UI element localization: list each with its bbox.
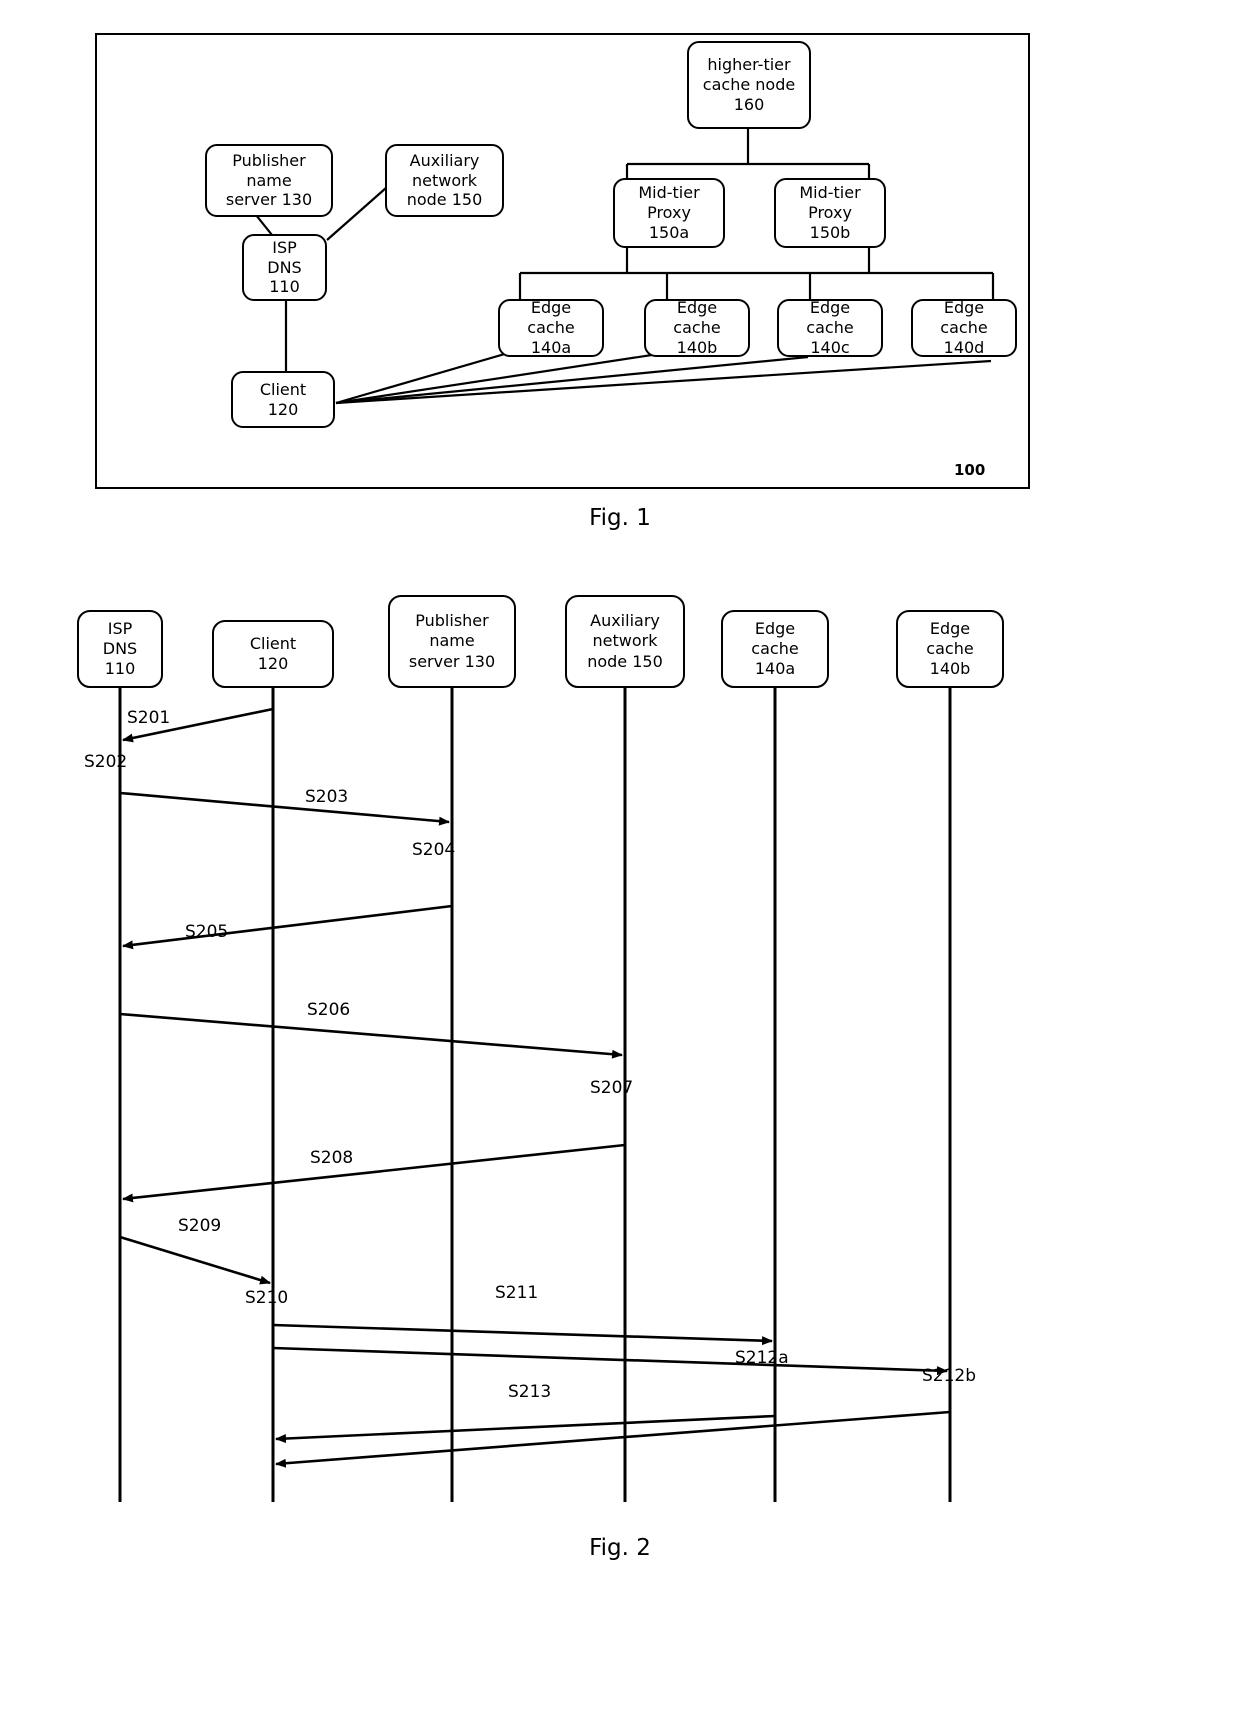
lifeline-label-line: cache — [926, 638, 974, 658]
fig2-message-label-S203: S203 — [305, 787, 349, 807]
lifeline-label-line: ISP — [107, 618, 133, 638]
lifeline-label-line: 110 — [104, 659, 136, 679]
lifeline-label-line: network — [592, 631, 658, 651]
node-line: Client — [259, 379, 307, 399]
fig2-lifeline-header-isp-dns: ISP DNS 110 — [77, 610, 163, 688]
fig2-lifeline-header-edge-cache-140b: Edge cache 140b — [896, 610, 1004, 688]
node-line: Edge — [809, 298, 851, 318]
lifeline-label-line: cache — [751, 638, 799, 658]
node-line: Mid-tier — [799, 183, 861, 203]
fig2-message-label-S206: S206 — [307, 1000, 351, 1020]
fig2-message-label-S211: S211 — [495, 1283, 539, 1303]
fig2-lifeline-header-edge-cache-140a: Edge cache 140a — [721, 610, 829, 688]
node-line: 140a — [530, 337, 572, 357]
patent-figure-sheet: Publisher name server 130 Auxiliary netw… — [0, 0, 1240, 1725]
fig2-message-label-S201: S201 — [127, 708, 171, 728]
node-line: Edge — [676, 298, 718, 318]
node-line: server 130 — [225, 190, 313, 210]
fig1-node-edge-cache-140c: Edge cache 140c — [777, 298, 883, 357]
lifeline-label-line: 140a — [754, 659, 796, 679]
fig1-node-edge-cache-140d: Edge cache 140d — [911, 298, 1017, 357]
node-line: cache node — [702, 75, 796, 95]
node-line: 110 — [269, 277, 300, 297]
fig1-node-edge-cache-140b: Edge cache 140b — [644, 298, 750, 357]
fig2-lifeline-header-auxiliary-network-node: Auxiliary network node 150 — [565, 595, 685, 688]
node-line: 140c — [810, 337, 850, 357]
fig2-lifeline-header-client: Client 120 — [212, 620, 334, 688]
figure-1-reference-numeral: 100 — [954, 461, 986, 479]
figure-2-caption: Fig. 2 — [589, 1535, 651, 1561]
lifeline-label-line: 120 — [257, 654, 289, 673]
node-line: ISP — [272, 237, 297, 257]
node-line: 150a — [648, 222, 690, 242]
fig2-message-label-S210: S210 — [245, 1288, 289, 1308]
fig2-message-label-S208: S208 — [310, 1148, 354, 1168]
node-line: 140b — [676, 337, 718, 357]
fig2-message-label-S212b: S212b — [922, 1366, 977, 1386]
lifeline-label-line: Client — [249, 633, 297, 653]
node-line: Auxiliary — [409, 150, 480, 170]
node-line: 160 — [733, 94, 765, 114]
lifeline-label-line: DNS — [102, 638, 138, 658]
fig2-message-label-S205: S205 — [185, 922, 229, 942]
node-line: Proxy — [647, 203, 691, 223]
fig1-node-publisher-name-server: Publisher name server 130 — [205, 144, 333, 217]
node-line: 150b — [809, 222, 851, 242]
node-line: Publisher — [232, 150, 306, 170]
node-line: Edge — [530, 298, 572, 318]
fig2-message-label-S209: S209 — [178, 1216, 222, 1236]
fig2-message-label-S204: S204 — [412, 840, 456, 860]
fig1-node-mid-tier-proxy-150b: Mid-tier Proxy 150b — [774, 178, 886, 248]
lifeline-label-line: server 130 — [408, 651, 496, 671]
node-line: higher-tier — [707, 55, 791, 75]
lifeline-label-line: Publisher — [415, 611, 489, 631]
node-line: DNS — [267, 257, 302, 277]
fig2-lifeline-header-publisher-name-server: Publisher name server 130 — [388, 595, 516, 688]
lifeline-label-line: Edge — [754, 618, 796, 638]
lifeline-label-line: Edge — [929, 618, 971, 638]
lifeline-label-line: node 150 — [587, 651, 663, 671]
fig1-node-edge-cache-140a: Edge cache 140a — [498, 298, 604, 357]
fig2-message-label-S212a: S212a — [735, 1348, 789, 1368]
lifeline-label-line: 140b — [929, 659, 971, 679]
fig1-node-client: Client 120 — [231, 371, 335, 428]
node-line: cache — [940, 318, 988, 338]
node-line: cache — [806, 318, 854, 338]
node-line: Edge — [943, 298, 985, 318]
node-line: network — [412, 170, 477, 190]
node-line: node 150 — [406, 190, 483, 210]
fig1-node-auxiliary-network-node: Auxiliary network node 150 — [385, 144, 504, 217]
fig1-node-mid-tier-proxy-150a: Mid-tier Proxy 150a — [613, 178, 725, 248]
node-line: Proxy — [808, 203, 852, 223]
fig1-node-higher-tier-cache-node: higher-tier cache node 160 — [687, 41, 811, 129]
node-line: cache — [527, 318, 575, 338]
node-line: cache — [673, 318, 721, 338]
fig1-node-isp-dns: ISP DNS 110 — [242, 234, 327, 301]
lifeline-label-line: Auxiliary — [590, 611, 660, 631]
lifeline-group — [118, 688, 952, 1502]
lifeline-label-line: name — [429, 631, 475, 651]
node-line: 140d — [943, 337, 985, 357]
fig2-message-label-S213: S213 — [508, 1382, 552, 1402]
fig2-message-label-S202: S202 — [84, 752, 128, 772]
node-line: name — [246, 170, 292, 190]
figure-1-caption: Fig. 1 — [589, 505, 651, 531]
node-line: Mid-tier — [638, 183, 700, 203]
node-line: 120 — [267, 399, 299, 419]
fig2-message-label-S207: S207 — [590, 1078, 634, 1098]
